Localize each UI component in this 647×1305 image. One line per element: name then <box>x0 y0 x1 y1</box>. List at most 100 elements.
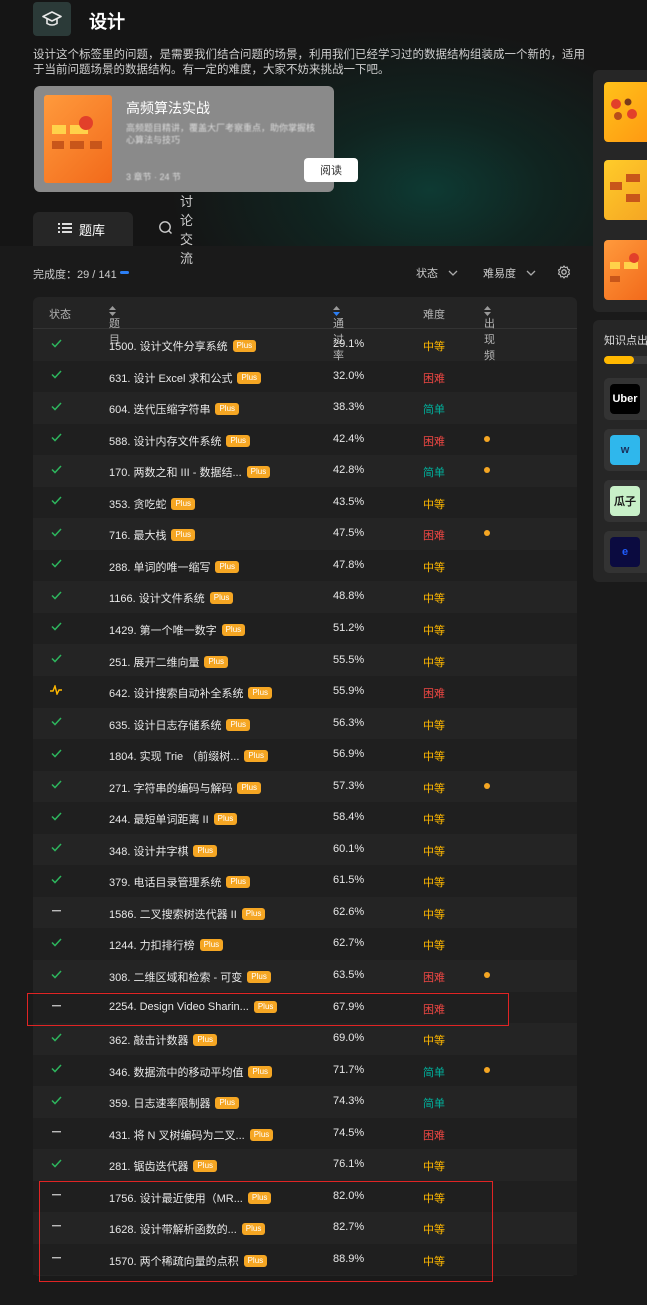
table-row[interactable]: 635. 设计日志存储系统 Plus 56.3% 中等 <box>33 708 577 740</box>
acceptance-rate: 62.7% <box>333 937 365 950</box>
table-row[interactable]: 1586. 二叉搜索树迭代器 II Plus 62.6% 中等 <box>33 897 577 929</box>
plus-badge: Plus <box>226 434 251 447</box>
read-button[interactable]: 阅读 <box>304 158 358 182</box>
problem-title: 1804. 实现 Trie （前缀树... <box>109 751 240 764</box>
header-rate[interactable]: 通过率 <box>333 306 344 362</box>
featured-book-card[interactable]: 高频算法实战 高频题目精讲，覆盖大厂考察重点，助你掌握核心算法与技巧 3 章节 … <box>34 86 358 192</box>
check-icon <box>50 463 62 475</box>
tab-discussion[interactable]: 讨论交流 <box>158 194 193 266</box>
problem-title-link[interactable]: 1586. 二叉搜索树迭代器 II Plus <box>109 906 266 922</box>
table-row[interactable]: 1244. 力扣排行榜 Plus 62.7% 中等 <box>33 928 577 960</box>
table-row[interactable]: 308. 二维区域和检索 - 可变 Plus 63.5% 困难 <box>33 960 577 992</box>
difficulty-label: 困难 <box>423 972 445 984</box>
difficulty-filter-dropdown[interactable]: 难易度 <box>483 265 536 281</box>
table-row[interactable]: 251. 展开二维向量 Plus 55.5% 中等 <box>33 645 577 677</box>
book-thumbnail[interactable] <box>604 82 647 142</box>
company-tag[interactable]: e <box>604 531 647 573</box>
difficulty-label: 困难 <box>423 530 445 543</box>
problem-title-link[interactable]: 604. 迭代压缩字符串 Plus <box>109 401 240 417</box>
problem-title-link[interactable]: 281. 锯齿迭代器 Plus <box>109 1158 218 1174</box>
table-row[interactable]: 346. 数据流中的移动平均值 Plus 71.7% 简单 <box>33 1054 577 1087</box>
table-row[interactable]: 431. 将 N 叉树编码为二叉... Plus 74.5% 困难 <box>33 1117 577 1150</box>
problem-title-link[interactable]: 170. 两数之和 III - 数据结... Plus <box>109 464 271 480</box>
problem-title: 1429. 第一个唯一数字 <box>109 624 217 637</box>
book-thumbnail[interactable] <box>604 240 647 300</box>
header-frequency[interactable]: 出现频率 <box>484 306 495 378</box>
header-difficulty[interactable]: 难度 <box>423 306 445 322</box>
table-row[interactable]: 348. 设计井字棋 Plus 60.1% 中等 <box>33 834 577 866</box>
acceptance-rate: 55.9% <box>333 685 365 698</box>
problem-title-link[interactable]: 244. 最短单词距离 II Plus <box>109 811 238 827</box>
plus-badge: Plus <box>237 781 262 794</box>
list-icon <box>58 222 72 237</box>
problem-title-link[interactable]: 1500. 设计文件分享系统 Plus <box>109 338 257 354</box>
table-row[interactable]: 359. 日志速率限制器 Plus 74.3% 简单 <box>33 1086 577 1118</box>
table-row[interactable]: 170. 两数之和 III - 数据结... Plus 42.8% 简单 <box>33 455 577 487</box>
table-row[interactable]: 1500. 设计文件分享系统 Plus 29.1% 中等 <box>33 329 577 361</box>
problem-title-link[interactable]: 1804. 实现 Trie （前缀树... Plus <box>109 748 268 764</box>
acceptance-rate: 69.0% <box>333 1032 365 1045</box>
problem-title-link[interactable]: 379. 电话目录管理系统 Plus <box>109 874 251 890</box>
problem-title-link[interactable]: 271. 字符串的编码与解码 Plus <box>109 780 262 796</box>
table-row[interactable]: 271. 字符串的编码与解码 Plus 57.3% 中等 <box>33 771 577 803</box>
status-filter-dropdown[interactable]: 状态 <box>416 265 458 281</box>
tab-problem-list[interactable]: 题库 <box>33 212 133 246</box>
tab-label: 讨论交流 <box>180 194 194 266</box>
check-icon <box>50 432 62 444</box>
plus-badge: Plus <box>204 655 229 668</box>
problem-title: 288. 单词的唯一缩写 <box>109 561 211 574</box>
problem-title-link[interactable]: 348. 设计井字棋 Plus <box>109 843 218 859</box>
acceptance-rate: 74.5% <box>333 1126 365 1139</box>
table-row[interactable]: 244. 最短单词距离 II Plus 58.4% 中等 <box>33 802 577 834</box>
difficulty-label: 困难 <box>423 435 445 448</box>
plus-badge: Plus <box>193 844 218 857</box>
problem-title-link[interactable]: 251. 展开二维向量 Plus <box>109 654 229 670</box>
header-status[interactable]: 状态 <box>49 306 71 322</box>
problem-title-link[interactable]: 631. 设计 Excel 求和公式 Plus <box>109 370 262 386</box>
table-row[interactable]: 604. 迭代压缩字符串 Plus 38.3% 简单 <box>33 392 577 424</box>
problem-title-link[interactable]: 1429. 第一个唯一数字 Plus <box>109 622 246 638</box>
table-row[interactable]: 379. 电话目录管理系统 Plus 61.5% 中等 <box>33 865 577 897</box>
company-tag[interactable]: 瓜子 <box>604 480 647 522</box>
problem-title-link[interactable]: 353. 贪吃蛇 Plus <box>109 496 196 512</box>
table-row[interactable]: 631. 设计 Excel 求和公式 Plus 32.0% 困难 <box>33 360 577 393</box>
gear-icon[interactable] <box>557 265 571 282</box>
problem-title-link[interactable]: 635. 设计日志存储系统 Plus <box>109 717 251 733</box>
problem-title-link[interactable]: 431. 将 N 叉树编码为二叉... Plus <box>109 1127 274 1143</box>
problem-title-link[interactable]: 716. 最大栈 Plus <box>109 527 196 543</box>
check-icon <box>50 400 62 412</box>
table-row[interactable]: 716. 最大栈 Plus 47.5% 困难 <box>33 518 577 550</box>
problem-title: 281. 锯齿迭代器 <box>109 1161 189 1174</box>
problem-title-link[interactable]: 362. 敲击计数器 Plus <box>109 1032 218 1048</box>
table-row[interactable]: 642. 设计搜索自动补全系统 Plus 55.9% 困难 <box>33 676 577 708</box>
plus-badge: Plus <box>244 750 268 763</box>
check-icon <box>50 873 62 885</box>
table-row[interactable]: 288. 单词的唯一缩写 Plus 47.8% 中等 <box>33 549 577 582</box>
table-row[interactable]: 353. 贪吃蛇 Plus 43.5% 中等 <box>33 486 577 519</box>
table-row[interactable]: 588. 设计内存文件系统 Plus 42.4% 困难 <box>33 423 577 456</box>
acceptance-rate: 56.3% <box>333 716 365 729</box>
table-row[interactable]: 1429. 第一个唯一数字 Plus 51.2% 中等 <box>33 612 577 645</box>
plus-badge: Plus <box>248 687 273 700</box>
problem-title: 271. 字符串的编码与解码 <box>109 782 233 795</box>
problem-title-link[interactable]: 588. 设计内存文件系统 Plus <box>109 433 251 449</box>
problem-title-link[interactable]: 308. 二维区域和检索 - 可变 Plus <box>109 969 271 985</box>
table-row[interactable]: 1804. 实现 Trie （前缀树... Plus 56.9% 中等 <box>33 739 577 771</box>
problem-title-link[interactable]: 642. 设计搜索自动补全系统 Plus <box>109 685 273 701</box>
table-row[interactable]: 362. 敲击计数器 Plus 69.0% 中等 <box>33 1023 577 1055</box>
problem-title-link[interactable]: 288. 单词的唯一缩写 Plus <box>109 559 240 575</box>
table-row[interactable]: 281. 锯齿迭代器 Plus 76.1% 中等 <box>33 1149 577 1181</box>
progress-label: 完成度：29 / 141 <box>33 269 117 281</box>
plus-badge: Plus <box>249 1128 274 1141</box>
problem-title-link[interactable]: 1244. 力扣排行榜 Plus <box>109 937 224 953</box>
table-row[interactable]: 1166. 设计文件系统 Plus 48.8% 中等 <box>33 581 577 613</box>
company-tag[interactable]: w <box>604 429 647 471</box>
book-thumbnail[interactable] <box>604 160 647 220</box>
problem-title: 308. 二维区域和检索 - 可变 <box>109 972 243 984</box>
problem-title-link[interactable]: 359. 日志速率限制器 Plus <box>109 1095 240 1111</box>
header-title[interactable]: 题目 <box>109 306 120 346</box>
company-tag[interactable]: Uber <box>604 378 647 420</box>
acceptance-rate: 55.5% <box>333 653 365 666</box>
problem-title-link[interactable]: 346. 数据流中的移动平均值 Plus <box>109 1064 273 1080</box>
problem-title-link[interactable]: 1166. 设计文件系统 Plus <box>109 590 234 606</box>
